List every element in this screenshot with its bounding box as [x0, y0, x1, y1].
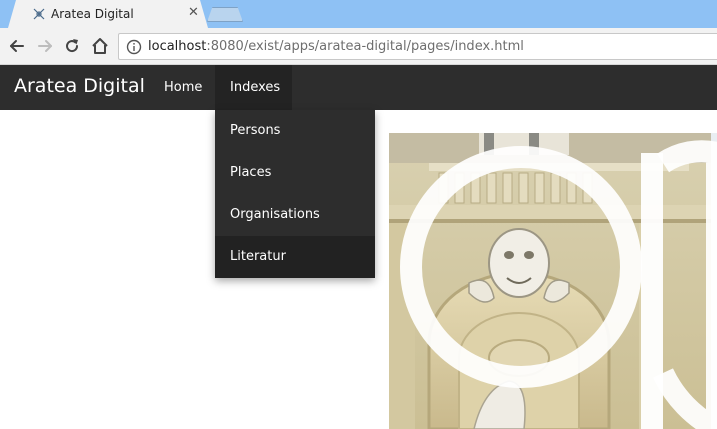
- dropdown-item-places[interactable]: Places: [215, 152, 375, 194]
- hero-photo: [389, 133, 717, 429]
- site-navbar: Aratea Digital Home Indexes: [0, 65, 717, 110]
- aratea-favicon-icon: [33, 8, 45, 20]
- dropdown-item-literatur[interactable]: Literatur: [215, 236, 375, 278]
- tab-close-icon[interactable]: ✕: [188, 5, 199, 21]
- nav-indexes-dropdown-toggle[interactable]: Indexes: [215, 65, 292, 110]
- browser-tab[interactable]: Aratea Digital ✕: [8, 0, 208, 28]
- browser-tab-strip: Aratea Digital ✕: [0, 0, 717, 28]
- reload-icon[interactable]: [63, 37, 81, 55]
- indexes-dropdown-menu: Persons Places Organisations Literatur: [215, 110, 375, 278]
- tab-title: Aratea Digital: [51, 7, 134, 21]
- forward-arrow-icon[interactable]: [36, 37, 54, 55]
- nav-home-link[interactable]: Home: [149, 65, 217, 110]
- back-arrow-icon[interactable]: [8, 37, 26, 55]
- url-path: :8080/exist/apps/aratea-digital/pages/in…: [206, 39, 524, 54]
- dropdown-item-persons[interactable]: Persons: [215, 110, 375, 152]
- site-brand[interactable]: Aratea Digital: [14, 75, 145, 97]
- url-host: localhost: [148, 39, 207, 54]
- dropdown-item-organisations[interactable]: Organisations: [215, 194, 375, 236]
- address-bar[interactable]: localhost:8080/exist/apps/aratea-digital…: [118, 33, 717, 60]
- url-text: localhost:8080/exist/apps/aratea-digital…: [148, 39, 524, 54]
- new-tab-button[interactable]: [207, 7, 243, 22]
- info-icon[interactable]: [126, 39, 142, 55]
- home-icon[interactable]: [91, 37, 109, 55]
- hero-image: [389, 133, 717, 429]
